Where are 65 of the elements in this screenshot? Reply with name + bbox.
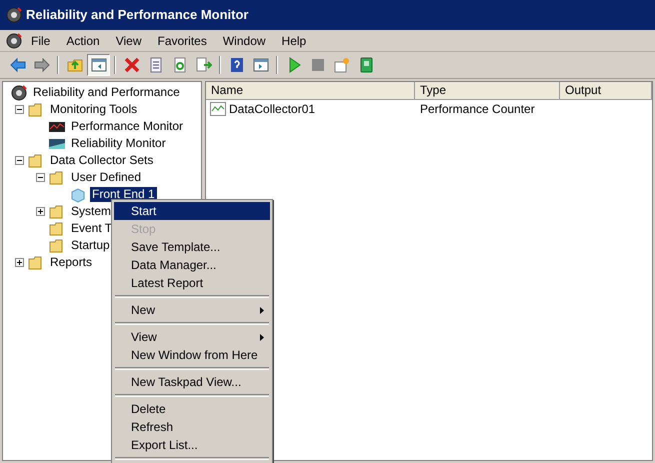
collapse-icon[interactable] [15, 156, 24, 165]
window-title: Reliability and Performance Monitor [26, 6, 248, 24]
tree-item[interactable]: System [69, 204, 114, 219]
menu-item[interactable]: Export List... [114, 436, 270, 454]
menu-item[interactable]: New Taskpad View... [114, 373, 270, 391]
menu-item[interactable]: File [24, 32, 58, 50]
menu-item[interactable]: Window [216, 32, 273, 50]
table-cell-text: Performance Counter [419, 101, 536, 118]
expand-icon[interactable] [36, 207, 45, 216]
expand-icon[interactable] [15, 258, 24, 267]
folder-icon [28, 254, 44, 270]
delete-icon [124, 57, 140, 73]
folder-up-icon [66, 57, 82, 73]
column-header[interactable]: Output [560, 82, 652, 100]
menu-item[interactable]: Latest Report [114, 274, 270, 292]
menu-item[interactable]: Start [114, 202, 270, 220]
collapse-icon[interactable] [36, 173, 45, 182]
menu-item[interactable]: Save Template... [114, 238, 270, 256]
folder-icon [49, 170, 65, 186]
column-header[interactable]: Type [415, 82, 560, 100]
collapse-icon[interactable] [15, 105, 24, 114]
tree-item[interactable]: Monitoring Tools [48, 102, 140, 117]
gauge-icon [11, 84, 27, 100]
action-pane-icon [252, 57, 268, 73]
menu-item[interactable]: New Window from Here [114, 346, 270, 364]
menu-item[interactable]: Action [59, 32, 107, 50]
back-arrow-icon [10, 57, 26, 73]
forward-arrow-icon [34, 57, 50, 73]
tree-item[interactable]: Event T [69, 221, 114, 236]
folder-icon [49, 220, 65, 236]
menu-item[interactable]: Refresh [114, 418, 270, 436]
help-icon [228, 57, 244, 73]
menu-item[interactable]: View [114, 328, 270, 346]
menu-item[interactable]: Help [274, 32, 314, 50]
list-item[interactable]: DataCollector01 [229, 100, 316, 118]
menu-item[interactable]: New [114, 301, 270, 319]
properties-icon [148, 57, 164, 73]
submenu-arrow-icon [260, 334, 264, 340]
tree-item[interactable]: Reliability and Performance [31, 85, 182, 100]
app-icon [6, 7, 22, 23]
tree-item[interactable]: Data Collector Sets [48, 153, 156, 168]
export-list-icon [196, 57, 212, 73]
tree-item[interactable]: Reliability Monitor [69, 136, 168, 151]
chart-file-icon [210, 102, 226, 116]
tree-pane-icon [90, 57, 106, 73]
tree-item[interactable]: Reports [48, 255, 94, 270]
folder-icon [49, 204, 65, 220]
folder-icon [49, 238, 65, 254]
folder-icon [28, 152, 44, 168]
book-icon [358, 57, 374, 73]
system-menu-icon [6, 32, 22, 48]
tree-item[interactable]: User Defined [69, 170, 144, 185]
refresh-icon [172, 57, 188, 73]
submenu-arrow-icon [260, 306, 264, 314]
column-header[interactable]: Name [206, 82, 415, 100]
menu-item[interactable]: Data Manager... [114, 256, 270, 274]
new-item-icon [334, 57, 350, 73]
toolbar-button[interactable] [87, 54, 110, 76]
menu-item[interactable]: Favorites [150, 32, 214, 50]
menu-item[interactable]: View [108, 32, 148, 50]
stop-icon [310, 57, 326, 73]
tree-item[interactable]: Startup [69, 238, 112, 253]
folder-icon [28, 102, 44, 118]
tree-item[interactable]: Performance Monitor [69, 119, 186, 134]
menu-item[interactable]: Delete [114, 400, 270, 418]
